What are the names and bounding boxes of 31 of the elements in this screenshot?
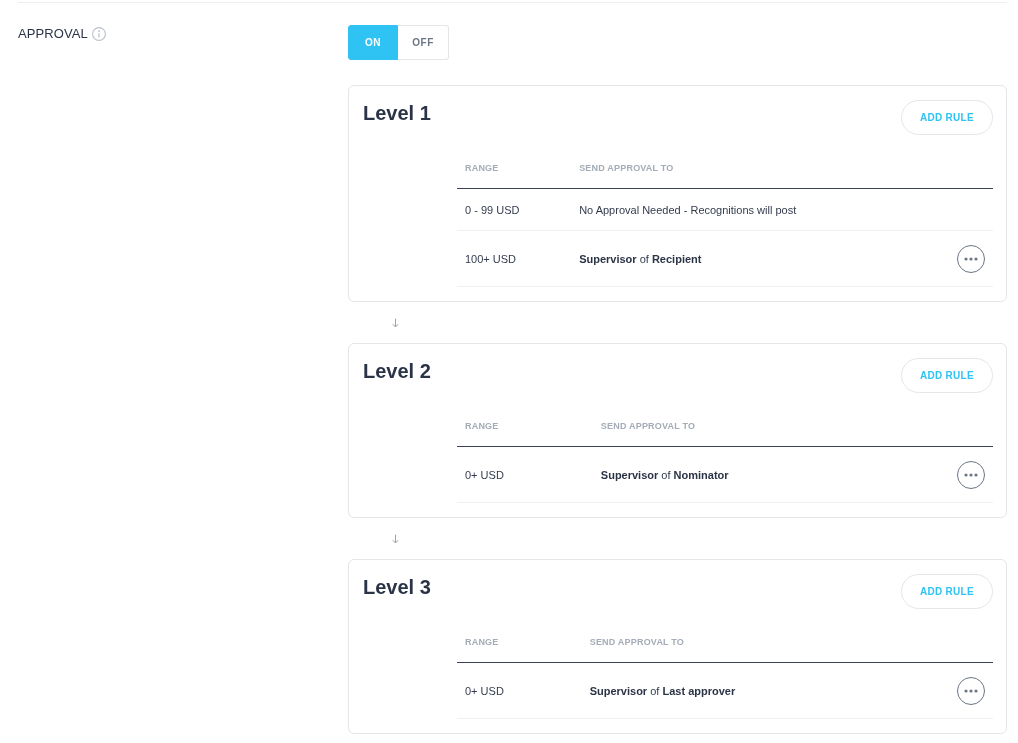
approver-text: Supervisor of Last approver [589,685,736,697]
range-text: 0 - 99 USD [465,204,520,216]
more-button[interactable] [957,245,985,273]
toggle-option[interactable]: ON [348,25,398,60]
ellipsis-icon [964,473,978,477]
level-title: Level 2 [363,359,431,383]
add-rule-button[interactable]: ADD RULE [900,100,993,135]
more-button[interactable] [957,461,985,489]
level-title: Level 1 [363,101,431,125]
approver-text: Supervisor of Nominator [600,469,729,481]
section-label: APPROVAL [18,26,88,42]
range-text: 0+ USD [465,469,504,481]
approver-text: No Approval Needed - Recognitions will post [579,204,797,216]
level-title: Level 3 [363,575,431,599]
add-rule-button[interactable]: ADD RULE [900,358,993,393]
column-header: RANGE [465,421,499,431]
range-text: 0+ USD [465,685,504,697]
arrow-down-icon [392,317,399,328]
arrow-down-icon [392,533,399,544]
column-header: SEND APPROVAL TO [579,163,674,173]
range-text: 100+ USD [465,253,517,265]
ellipsis-icon [964,689,978,693]
add-rule-button[interactable]: ADD RULE [900,574,993,609]
approver-text: Supervisor of Recipient [579,253,702,265]
ellipsis-icon [964,257,978,261]
column-header: RANGE [465,163,499,173]
column-header: SEND APPROVAL TO [589,637,685,647]
toggle-option[interactable]: OFF [398,25,449,60]
column-header: RANGE [465,637,499,647]
column-header: SEND APPROVAL TO [600,421,696,431]
more-button[interactable] [957,677,985,705]
